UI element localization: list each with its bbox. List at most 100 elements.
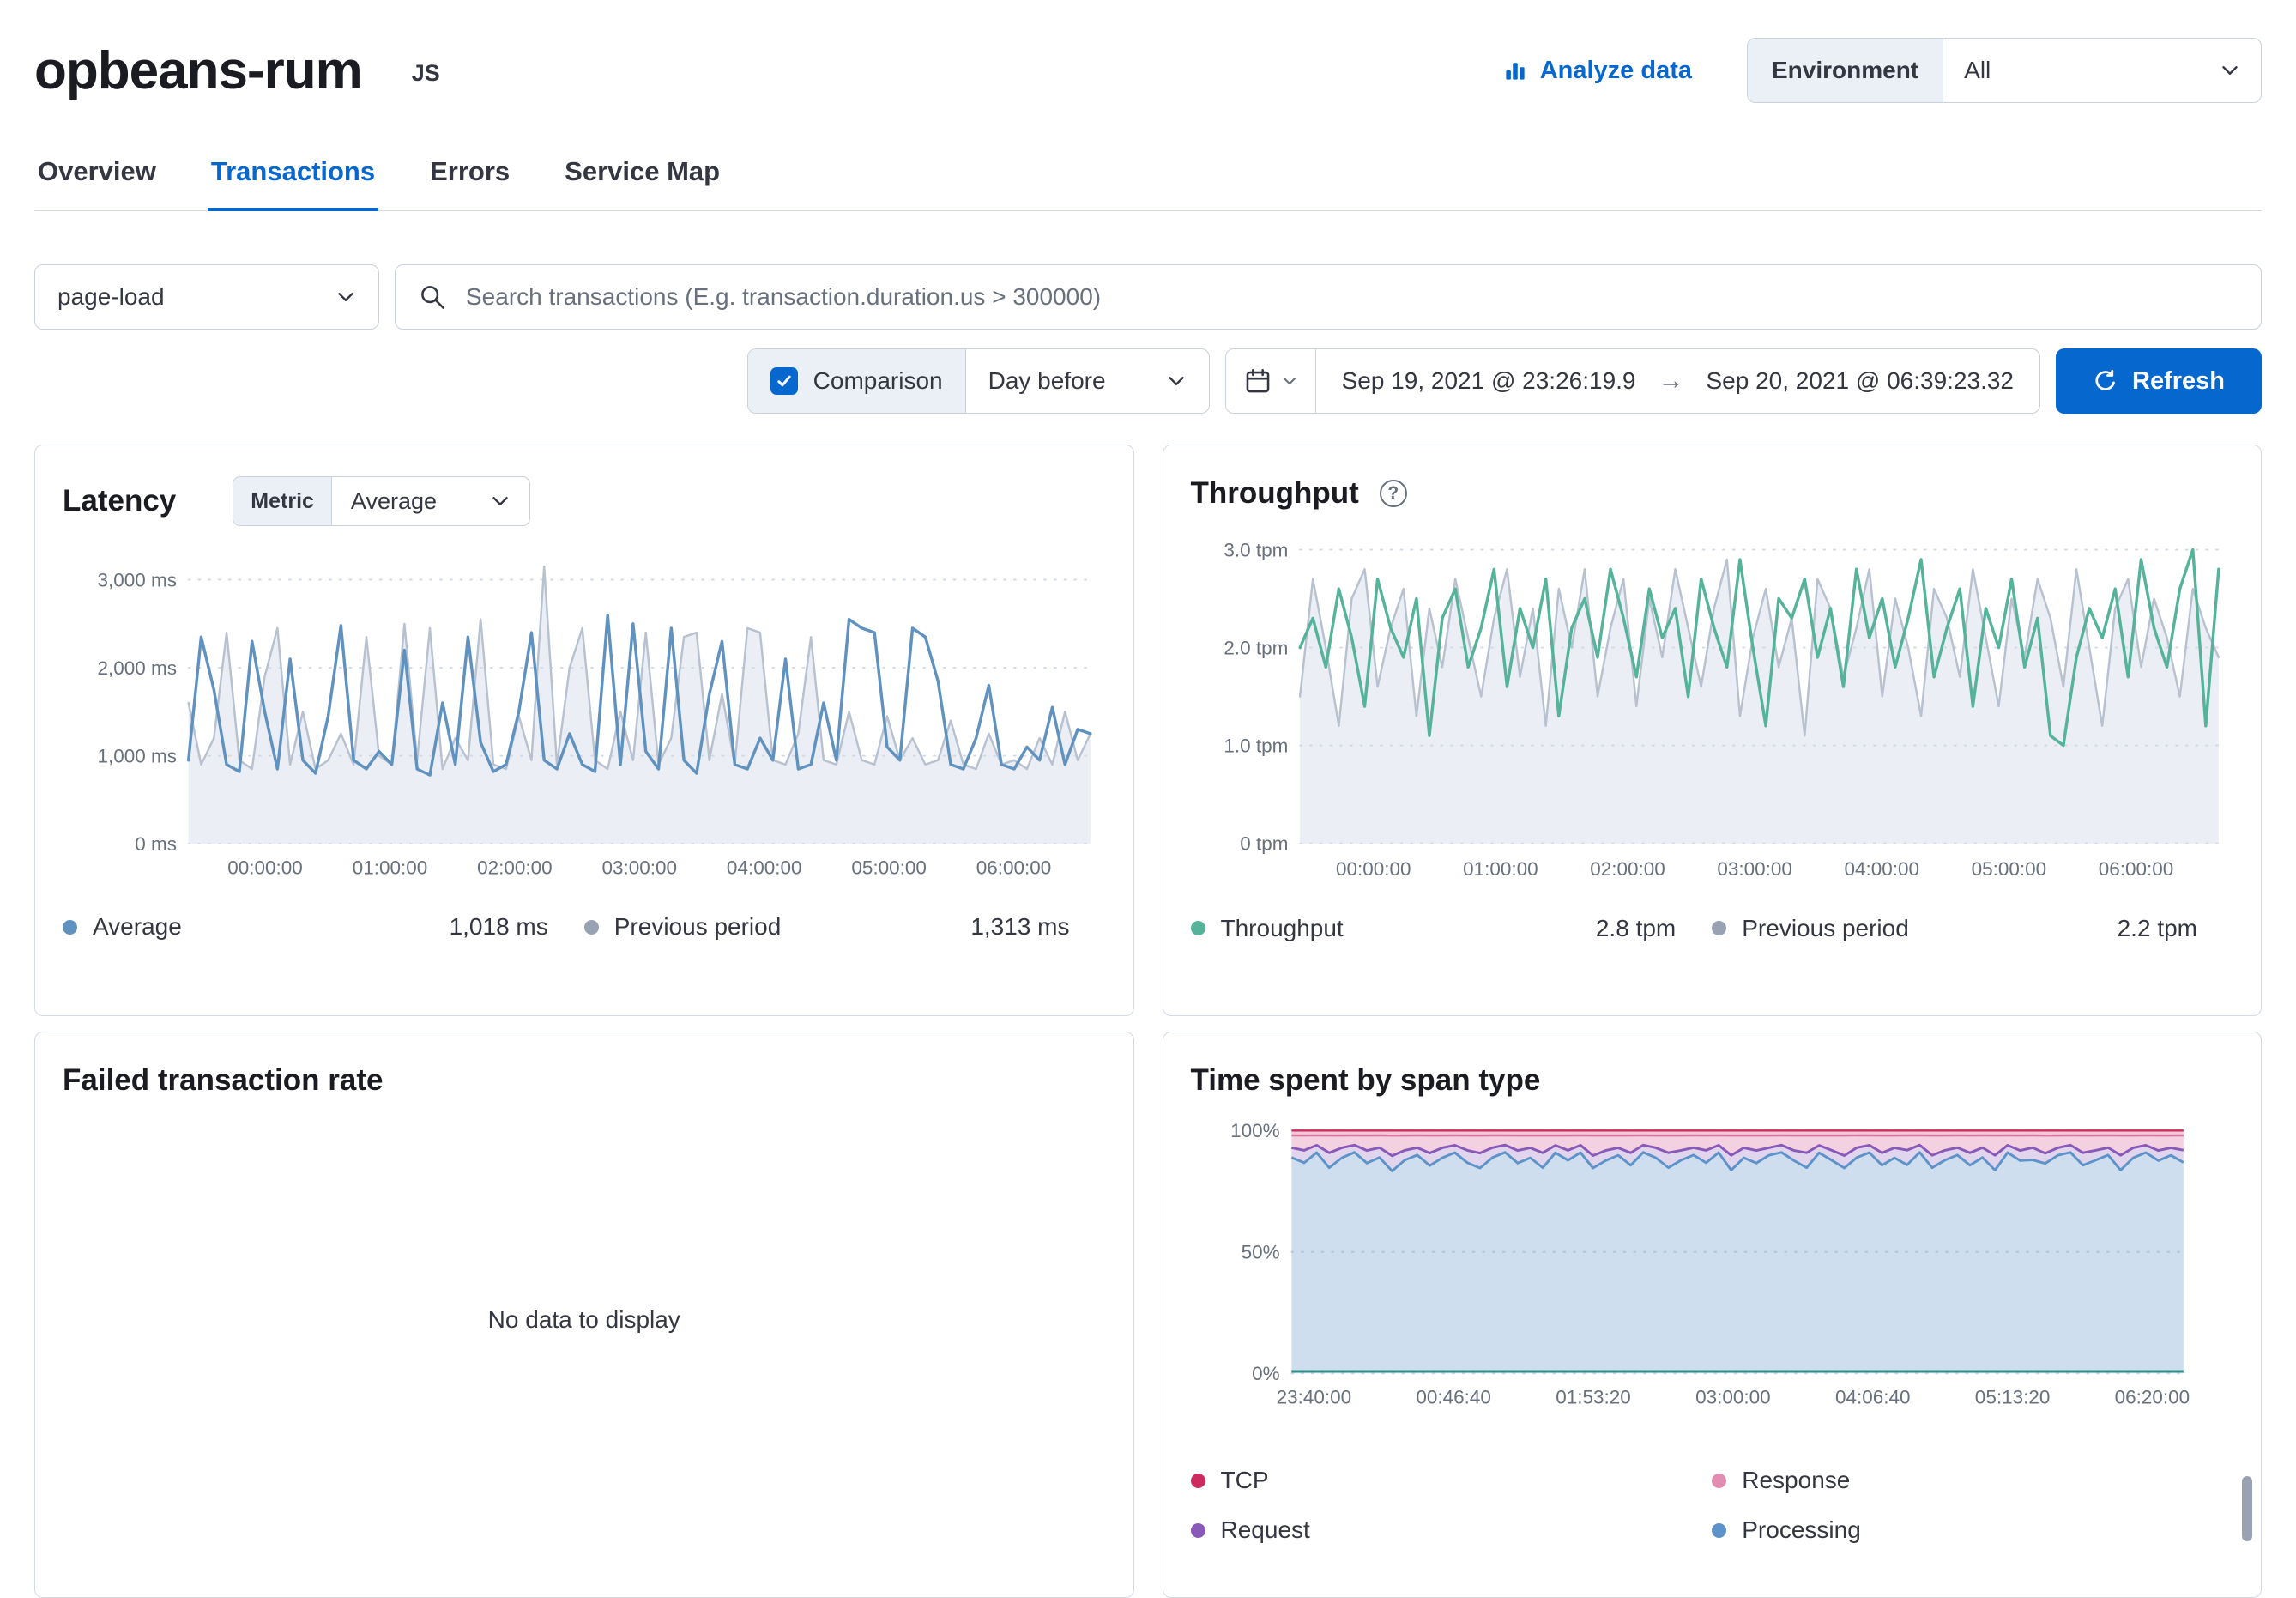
svg-text:05:00:00: 05:00:00 bbox=[1971, 858, 2046, 880]
legend-item-response: Response bbox=[1712, 1467, 2233, 1494]
svg-text:04:00:00: 04:00:00 bbox=[727, 857, 802, 878]
svg-text:03:00:00: 03:00:00 bbox=[1717, 858, 1792, 880]
service-title: opbeans-rum bbox=[34, 40, 362, 101]
empty-chart-message: No data to display bbox=[63, 1098, 1106, 1542]
svg-text:04:00:00: 04:00:00 bbox=[1844, 858, 1919, 880]
svg-text:02:00:00: 02:00:00 bbox=[477, 857, 553, 878]
latency-panel: Latency Metric Average 0 ms1,000 ms2,000… bbox=[34, 445, 1134, 1016]
legend-dot bbox=[584, 920, 599, 935]
chevron-down-icon bbox=[1166, 371, 1187, 391]
legend-value: 2.8 tpm bbox=[1596, 915, 1676, 942]
legend-item-request: Request bbox=[1191, 1516, 1713, 1544]
svg-text:06:00:00: 06:00:00 bbox=[2098, 858, 2173, 880]
legend-item-processing: Processing bbox=[1712, 1516, 2233, 1544]
tab-overview[interactable]: Overview bbox=[34, 146, 160, 211]
service-tabs: Overview Transactions Errors Service Map bbox=[34, 146, 2262, 211]
latency-legend: Average 1,018 ms Previous period 1,313 m… bbox=[63, 913, 1106, 941]
comparison-period-select[interactable]: Day before bbox=[966, 349, 1209, 413]
svg-text:0 ms: 0 ms bbox=[135, 833, 177, 855]
legend-dot bbox=[1712, 1474, 1726, 1488]
throughput-chart[interactable]: 0 tpm1.0 tpm2.0 tpm3.0 tpm00:00:0001:00:… bbox=[1191, 530, 2234, 882]
legend-value: 2.2 tpm bbox=[2118, 915, 2197, 942]
svg-text:06:20:00: 06:20:00 bbox=[2114, 1386, 2190, 1407]
environment-control: Environment All bbox=[1747, 38, 2262, 103]
svg-text:2,000 ms: 2,000 ms bbox=[98, 657, 178, 679]
legend-item-average: Average 1,018 ms bbox=[63, 913, 584, 941]
legend-item-tcp: TCP bbox=[1191, 1467, 1713, 1494]
latency-chart[interactable]: 0 ms1,000 ms2,000 ms3,000 ms00:00:0001:0… bbox=[63, 545, 1106, 881]
throughput-title: Throughput bbox=[1191, 476, 1359, 511]
time-spent-panel: Time spent by span type 0% 50% 100% 23:40:0… bbox=[1163, 1032, 2263, 1598]
transaction-search bbox=[395, 264, 2262, 330]
throughput-legend: Throughput 2.8 tpm Previous period 2.2 t… bbox=[1191, 915, 2234, 942]
time-spent-title: Time spent by span type bbox=[1191, 1063, 1541, 1098]
svg-text:01:00:00: 01:00:00 bbox=[1463, 858, 1538, 880]
date-range-picker: Sep 19, 2021 @ 23:26:19.9 → Sep 20, 2021… bbox=[1225, 348, 2040, 414]
chart-panels: Latency Metric Average 0 ms1,000 ms2,000… bbox=[34, 445, 2262, 1598]
legend-label: TCP bbox=[1221, 1467, 1269, 1494]
header-actions: Analyze data Environment All bbox=[1502, 38, 2262, 103]
legend-item-throughput: Throughput 2.8 tpm bbox=[1191, 915, 1713, 942]
search-input[interactable] bbox=[464, 282, 2239, 312]
analyze-data-label: Analyze data bbox=[1540, 57, 1692, 85]
refresh-button[interactable]: Refresh bbox=[2056, 348, 2262, 414]
svg-text:1.0 tpm: 1.0 tpm bbox=[1224, 735, 1288, 756]
failed-transaction-rate-panel: Failed transaction rate No data to displ… bbox=[34, 1032, 1134, 1598]
svg-text:04:06:40: 04:06:40 bbox=[1834, 1386, 1910, 1407]
legend-label: Processing bbox=[1742, 1516, 1861, 1544]
calendar-icon bbox=[1243, 366, 1272, 396]
legend-dot bbox=[1712, 1523, 1726, 1538]
refresh-label: Refresh bbox=[2132, 367, 2225, 396]
throughput-panel: Throughput ? 0 tpm1.0 tpm2.0 tpm3.0 tpm0… bbox=[1163, 445, 2263, 1016]
time-spent-chart[interactable]: 0%50%100%23:40:0000:46:4001:53:2003:00:0… bbox=[1191, 1117, 2234, 1410]
svg-text:1,000 ms: 1,000 ms bbox=[98, 745, 178, 766]
calendar-menu-button[interactable] bbox=[1226, 349, 1316, 413]
tab-errors[interactable]: Errors bbox=[426, 146, 513, 211]
metric-select[interactable]: Average bbox=[332, 477, 529, 525]
date-end[interactable]: Sep 20, 2021 @ 06:39:23.32 bbox=[1707, 367, 2015, 395]
svg-text:100%: 100% bbox=[1230, 1120, 1280, 1141]
metric-value: Average bbox=[351, 488, 437, 515]
legend-label: Request bbox=[1221, 1516, 1310, 1544]
legend-dot bbox=[1191, 1523, 1205, 1538]
legend-item-previous-period: Previous period 2.2 tpm bbox=[1712, 915, 2233, 942]
transaction-type-select[interactable]: page-load bbox=[34, 264, 379, 330]
legend-dot bbox=[1191, 1474, 1205, 1488]
tab-transactions[interactable]: Transactions bbox=[208, 146, 378, 211]
environment-select[interactable]: All bbox=[1943, 39, 2261, 102]
svg-text:50%: 50% bbox=[1241, 1242, 1279, 1263]
filter-row: page-load bbox=[34, 264, 2262, 330]
comparison-label: Comparison bbox=[813, 367, 943, 395]
agent-badge: JS bbox=[412, 60, 440, 87]
time-spent-legend: TCP Response Request Processing bbox=[1191, 1467, 2234, 1544]
transaction-type-value: page-load bbox=[57, 283, 165, 311]
svg-text:3,000 ms: 3,000 ms bbox=[98, 569, 178, 590]
legend-value: 1,313 ms bbox=[970, 913, 1069, 941]
date-start[interactable]: Sep 19, 2021 @ 23:26:19.9 bbox=[1342, 367, 1636, 395]
tab-service-map[interactable]: Service Map bbox=[561, 146, 723, 211]
chevron-down-icon bbox=[490, 491, 511, 511]
legend-dot bbox=[1712, 921, 1726, 935]
svg-text:06:00:00: 06:00:00 bbox=[976, 857, 1052, 878]
legend-label: Response bbox=[1742, 1467, 1850, 1494]
chevron-down-icon bbox=[1281, 372, 1298, 390]
failed-title: Failed transaction rate bbox=[63, 1063, 383, 1098]
svg-text:23:40:00: 23:40:00 bbox=[1276, 1386, 1351, 1407]
svg-text:00:00:00: 00:00:00 bbox=[1336, 858, 1411, 880]
help-icon[interactable]: ? bbox=[1380, 480, 1407, 507]
scrollbar-thumb[interactable] bbox=[2242, 1476, 2252, 1541]
comparison-label-seg: Comparison bbox=[748, 349, 966, 413]
environment-label: Environment bbox=[1748, 39, 1943, 102]
throughput-header: Throughput ? bbox=[1191, 476, 2234, 511]
comparison-checkbox[interactable] bbox=[770, 367, 798, 395]
svg-text:2.0 tpm: 2.0 tpm bbox=[1224, 637, 1288, 658]
svg-text:00:00:00: 00:00:00 bbox=[227, 857, 303, 878]
arrow-right-icon: → bbox=[1659, 366, 1684, 396]
analyze-data-link[interactable]: Analyze data bbox=[1502, 57, 1692, 85]
chevron-down-icon bbox=[2220, 60, 2240, 81]
legend-item-previous-period: Previous period 1,313 ms bbox=[584, 913, 1106, 941]
legend-label: Average bbox=[93, 913, 182, 941]
check-icon bbox=[775, 372, 794, 390]
search-icon bbox=[418, 282, 447, 312]
svg-text:0%: 0% bbox=[1252, 1363, 1280, 1384]
